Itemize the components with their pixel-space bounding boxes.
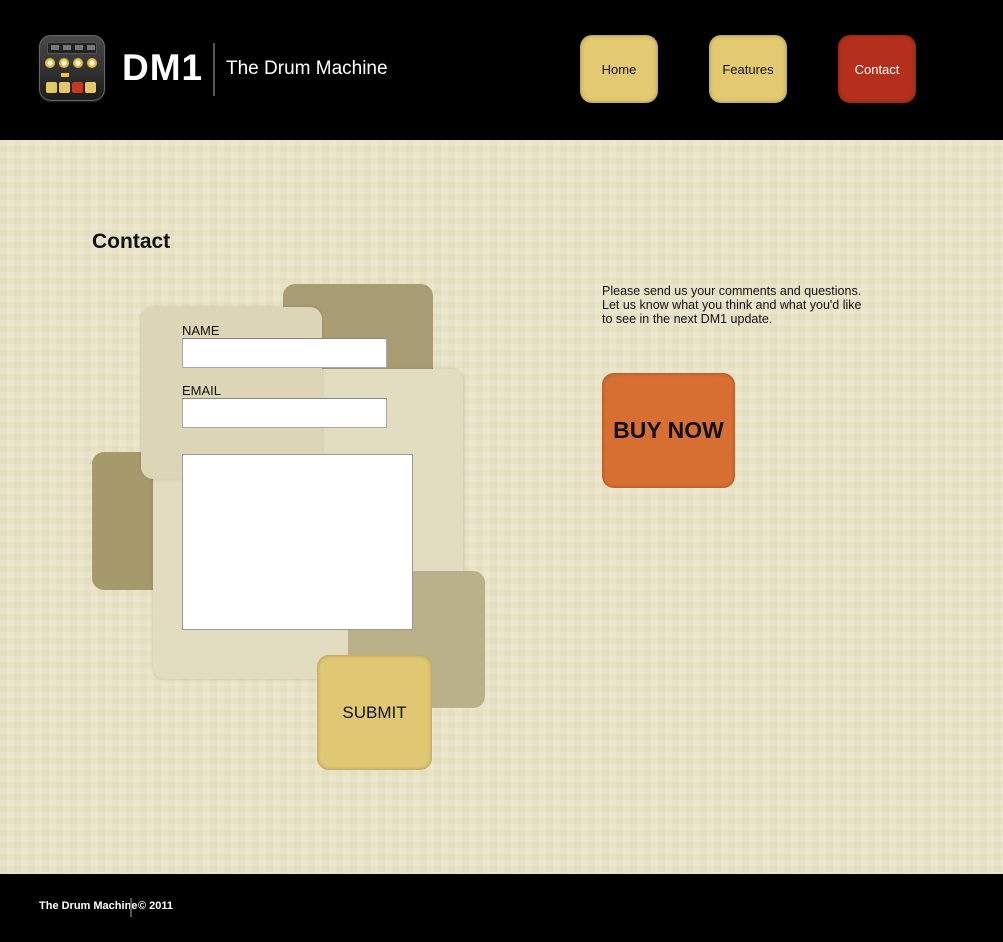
footer-site-name: The Drum Machine (39, 900, 138, 912)
logo-text[interactable]: DM1 (122, 48, 203, 88)
email-label: EMAIL (182, 383, 222, 398)
site-footer: The Drum Machine © 2011 (0, 874, 1003, 942)
footer-divider (130, 898, 132, 917)
knob-icon (87, 58, 97, 68)
pad-icon (85, 82, 96, 93)
nav-contact-button[interactable]: Contact (838, 35, 916, 103)
name-label: NAME (182, 323, 220, 338)
contact-description: Please send us your comments and questio… (602, 284, 862, 326)
nav-home-button[interactable]: Home (580, 35, 658, 103)
pad-icon (46, 82, 57, 93)
message-field[interactable] (182, 454, 413, 630)
buy-now-button[interactable]: BUY NOW (602, 373, 735, 488)
knob-icon (73, 58, 83, 68)
nav-features-button[interactable]: Features (709, 35, 787, 103)
submit-button[interactable]: SUBMIT (317, 655, 432, 770)
footer-copyright: © 2011 (138, 900, 174, 912)
led-icon (61, 73, 69, 77)
main-content: Contact NAME EMAIL SUBMIT Please send us… (0, 140, 1003, 874)
icon-screen (47, 42, 97, 54)
email-field[interactable] (182, 398, 387, 428)
knob-icon (59, 58, 69, 68)
logo-divider (213, 43, 215, 96)
page-title: Contact (92, 230, 171, 253)
tagline: The Drum Machine (226, 58, 388, 79)
name-field[interactable] (182, 338, 387, 368)
drum-machine-app-icon[interactable] (39, 35, 105, 101)
pad-icon (59, 82, 70, 93)
knob-icon (45, 58, 55, 68)
site-header: DM1 The Drum Machine Home Features Conta… (0, 0, 1003, 140)
pad-icon (72, 82, 83, 93)
